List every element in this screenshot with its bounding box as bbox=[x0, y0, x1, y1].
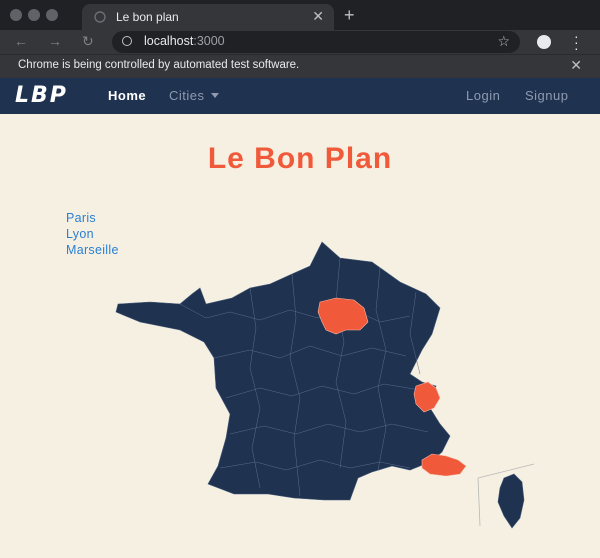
back-icon[interactable]: ← bbox=[14, 33, 28, 49]
nav-login[interactable]: Login bbox=[466, 88, 500, 103]
brand-logo[interactable]: LBP bbox=[15, 83, 68, 108]
corsica-shape bbox=[497, 473, 525, 529]
nav-signup[interactable]: Signup bbox=[525, 88, 568, 103]
address-bar[interactable]: localhost:3000 ☆ bbox=[112, 31, 520, 53]
site-info-icon[interactable] bbox=[122, 36, 132, 46]
browser-tabstrip: Le bon plan ✕ + bbox=[0, 0, 600, 30]
window-close-dot[interactable] bbox=[10, 9, 22, 21]
nav-cities-dropdown[interactable]: Cities bbox=[169, 88, 219, 103]
forward-icon[interactable]: → bbox=[48, 33, 62, 49]
window-minimize-dot[interactable] bbox=[28, 9, 40, 21]
window-maximize-dot[interactable] bbox=[46, 9, 58, 21]
nav-home[interactable]: Home bbox=[108, 88, 146, 103]
browser-menu-icon[interactable]: · · · bbox=[574, 29, 579, 55]
france-map bbox=[115, 241, 535, 529]
tab-title: Le bon plan bbox=[116, 10, 179, 24]
page-title: Le Bon Plan bbox=[207, 142, 393, 175]
automation-infobar: Chrome is being controlled by automated … bbox=[0, 54, 600, 79]
browser-tab[interactable]: Le bon plan ✕ bbox=[82, 4, 334, 30]
browser-toolbar: ← → ↻ localhost:3000 ☆ · · · bbox=[0, 29, 600, 55]
reload-icon[interactable]: ↻ bbox=[82, 33, 94, 50]
chevron-down-icon bbox=[210, 93, 219, 98]
infobar-close-icon[interactable]: ✕ bbox=[570, 57, 582, 74]
city-link-paris[interactable]: Paris bbox=[66, 210, 119, 226]
region-marseille-highlight[interactable] bbox=[421, 453, 467, 477]
automation-notice: Chrome is being controlled by automated … bbox=[18, 59, 300, 71]
profile-avatar-icon[interactable] bbox=[537, 35, 551, 49]
new-tab-icon[interactable]: + bbox=[344, 5, 355, 26]
app-navbar: LBP Home Cities Login Signup bbox=[0, 78, 600, 114]
address-url: localhost:3000 bbox=[144, 34, 225, 48]
page-favicon-icon bbox=[94, 11, 106, 23]
bookmark-star-icon[interactable]: ☆ bbox=[497, 33, 510, 50]
tab-close-icon[interactable]: ✕ bbox=[312, 8, 324, 25]
mainland-france-shape bbox=[115, 241, 451, 501]
